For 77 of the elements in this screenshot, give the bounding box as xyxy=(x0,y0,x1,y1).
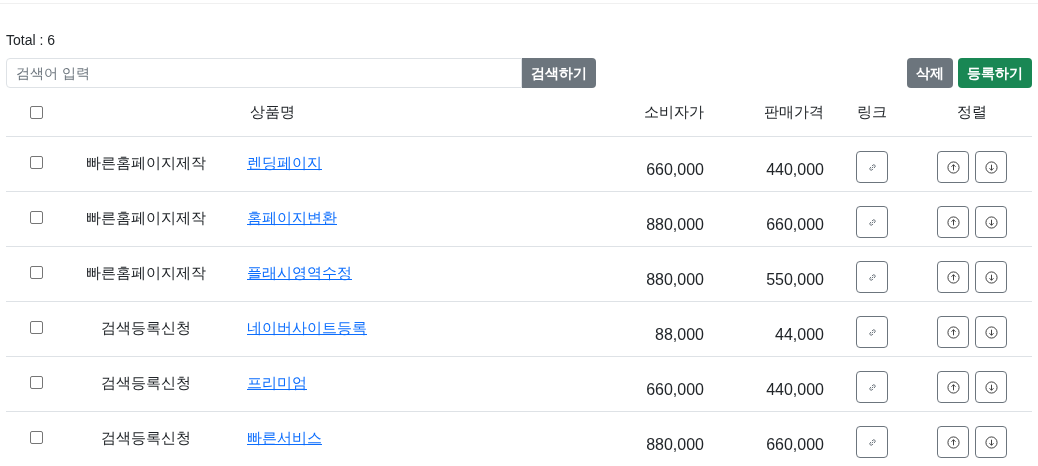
move-down-button[interactable] xyxy=(975,206,1007,238)
move-up-button[interactable] xyxy=(937,261,969,293)
move-up-button[interactable] xyxy=(937,371,969,403)
move-up-button[interactable] xyxy=(937,151,969,183)
checkbox[interactable] xyxy=(29,266,43,279)
move-down-button[interactable] xyxy=(975,371,1007,403)
product-link[interactable]: 홈페이지변환 xyxy=(247,209,337,226)
arrow-up-circle-icon xyxy=(946,270,960,284)
arrow-down-circle-icon xyxy=(984,215,998,229)
link-button[interactable] xyxy=(856,316,888,348)
sale-price: 550,000 xyxy=(766,270,824,290)
link-icon xyxy=(867,217,877,227)
sale-price: 660,000 xyxy=(766,435,824,455)
sale-price: 660,000 xyxy=(766,215,824,235)
column-header: 상품명 xyxy=(250,102,295,120)
search-button[interactable]: 검색하기 xyxy=(522,58,596,88)
arrow-up-circle-icon xyxy=(946,160,960,174)
column-header: 정렬 xyxy=(957,101,987,122)
move-up-button[interactable] xyxy=(937,426,969,458)
move-down-button[interactable] xyxy=(975,261,1007,293)
sale-price: 440,000 xyxy=(766,380,824,400)
checkbox[interactable] xyxy=(29,431,43,444)
link-button[interactable] xyxy=(856,151,888,183)
arrow-down-circle-icon xyxy=(984,160,998,174)
category-text: 빠른홈페이지제작 xyxy=(86,153,206,173)
consumer-price: 880,000 xyxy=(646,215,704,235)
consumer-price: 880,000 xyxy=(646,270,704,290)
link-icon xyxy=(867,162,877,172)
move-down-button[interactable] xyxy=(975,151,1007,183)
product-link[interactable]: 빠른서비스 xyxy=(247,429,322,446)
product-link[interactable]: 프리미엄 xyxy=(247,374,307,391)
checkbox[interactable] xyxy=(29,321,43,334)
category-text: 빠른홈페이지제작 xyxy=(86,208,206,228)
product-link[interactable]: 플래시영역수정 xyxy=(247,264,352,281)
register-button[interactable]: 등록하기 xyxy=(958,58,1032,88)
sale-price: 44,000 xyxy=(775,325,824,345)
category-text: 검색등록신청 xyxy=(101,318,191,338)
link-button[interactable] xyxy=(856,371,888,403)
category-text: 빠른홈페이지제작 xyxy=(86,263,206,283)
link-button[interactable] xyxy=(856,261,888,293)
link-button[interactable] xyxy=(856,426,888,458)
move-up-button[interactable] xyxy=(937,316,969,348)
category-text: 검색등록신청 xyxy=(101,373,191,393)
link-icon xyxy=(867,382,877,392)
arrow-down-circle-icon xyxy=(984,325,998,339)
arrow-down-circle-icon xyxy=(984,435,998,449)
product-link[interactable]: 렌딩페이지 xyxy=(247,154,322,171)
category-text: 검색등록신청 xyxy=(101,428,191,448)
delete-button[interactable]: 삭제 xyxy=(907,58,953,88)
total-count: Total : 6 xyxy=(6,31,56,50)
arrow-up-circle-icon xyxy=(946,435,960,449)
checkbox[interactable] xyxy=(29,156,43,169)
link-button[interactable] xyxy=(856,206,888,238)
column-header: 판매가격 xyxy=(764,101,824,122)
consumer-price: 880,000 xyxy=(646,435,704,455)
arrow-down-circle-icon xyxy=(984,380,998,394)
consumer-price: 88,000 xyxy=(655,325,704,345)
sale-price: 440,000 xyxy=(766,160,824,180)
column-header: 소비자가 xyxy=(644,101,704,122)
link-icon xyxy=(867,437,877,447)
arrow-down-circle-icon xyxy=(984,270,998,284)
link-icon xyxy=(867,327,877,337)
move-down-button[interactable] xyxy=(975,316,1007,348)
arrow-up-circle-icon xyxy=(946,380,960,394)
checkbox[interactable] xyxy=(29,105,43,119)
arrow-up-circle-icon xyxy=(946,325,960,339)
checkbox[interactable] xyxy=(29,211,43,224)
link-icon xyxy=(867,272,877,282)
arrow-up-circle-icon xyxy=(946,215,960,229)
search-field[interactable]: 검색어 입력 xyxy=(6,58,522,88)
checkbox[interactable] xyxy=(29,376,43,389)
column-header: 링크 xyxy=(857,101,887,122)
consumer-price: 660,000 xyxy=(646,160,704,180)
move-up-button[interactable] xyxy=(937,206,969,238)
product-link[interactable]: 네이버사이트등록 xyxy=(247,319,367,336)
move-down-button[interactable] xyxy=(975,426,1007,458)
consumer-price: 660,000 xyxy=(646,380,704,400)
